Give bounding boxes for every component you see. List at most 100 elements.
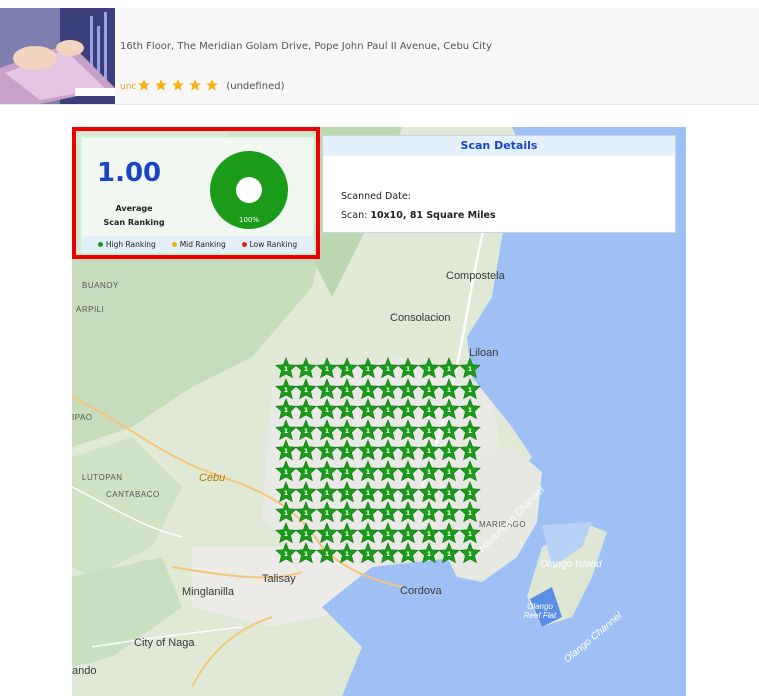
ranking-pin[interactable]: 1 — [397, 521, 420, 544]
ranking-pin[interactable]: 1 — [377, 480, 399, 503]
ranking-pin[interactable]: 1 — [336, 460, 358, 482]
ranking-pin[interactable]: 1 — [316, 521, 338, 544]
ranking-pin[interactable]: 1 — [336, 542, 358, 564]
ranking-pin[interactable]: 1 — [377, 460, 399, 482]
ranking-pin[interactable]: 1 — [316, 357, 338, 379]
ranking-pin[interactable]: 1 — [336, 418, 358, 441]
ranking-pin[interactable]: 1 — [397, 460, 420, 482]
ranking-pin[interactable]: 1 — [316, 501, 338, 523]
ranking-pin[interactable]: 1 — [418, 542, 440, 564]
ranking-pin[interactable]: 1 — [295, 439, 318, 461]
ranking-pin[interactable]: 1 — [418, 480, 440, 503]
ranking-pin[interactable]: 1 — [356, 521, 379, 544]
ranking-pin[interactable]: 1 — [356, 501, 379, 523]
ranking-pin[interactable]: 1 — [316, 377, 338, 400]
ranking-pin[interactable]: 1 — [356, 542, 379, 564]
ranking-pin[interactable]: 1 — [438, 480, 460, 503]
ranking-pin[interactable]: 1 — [458, 521, 481, 544]
ranking-pin[interactable]: 1 — [377, 398, 399, 420]
ranking-pin[interactable]: 1 — [275, 398, 297, 420]
ranking-pin[interactable]: 1 — [356, 418, 379, 441]
ranking-pin[interactable]: 1 — [418, 377, 440, 400]
ranking-pin[interactable]: 1 — [397, 377, 420, 400]
ranking-pin[interactable]: 1 — [295, 377, 318, 400]
ranking-pin[interactable]: 1 — [458, 357, 481, 379]
ranking-pin[interactable]: 1 — [438, 542, 460, 564]
ranking-pin[interactable]: 1 — [438, 398, 460, 420]
ranking-pin[interactable]: 1 — [397, 418, 420, 441]
ranking-pin[interactable]: 1 — [377, 439, 399, 461]
ranking-pin[interactable]: 1 — [458, 480, 481, 503]
ranking-pin[interactable]: 1 — [418, 418, 440, 441]
ranking-pin[interactable]: 1 — [336, 501, 358, 523]
ranking-pin[interactable]: 1 — [438, 377, 460, 400]
ranking-pin[interactable]: 1 — [438, 501, 460, 523]
ranking-pin[interactable]: 1 — [316, 460, 338, 482]
ranking-pin[interactable]: 1 — [397, 398, 420, 420]
ranking-pin[interactable]: 1 — [418, 460, 440, 482]
ranking-pin[interactable]: 1 — [295, 542, 318, 564]
ranking-pin[interactable]: 1 — [336, 377, 358, 400]
ranking-pin[interactable]: 1 — [275, 542, 297, 564]
ranking-pin[interactable]: 1 — [418, 357, 440, 379]
ranking-pin[interactable]: 1 — [438, 521, 460, 544]
ranking-pin[interactable]: 1 — [295, 521, 318, 544]
ranking-pin[interactable]: 1 — [295, 501, 318, 523]
ranking-pin[interactable]: 1 — [295, 460, 318, 482]
ranking-pin[interactable]: 1 — [397, 480, 420, 503]
ranking-pin[interactable]: 1 — [458, 377, 481, 400]
ranking-pin[interactable]: 1 — [418, 501, 440, 523]
ranking-pin[interactable]: 1 — [316, 480, 338, 503]
ranking-pin[interactable]: 1 — [275, 460, 297, 482]
ranking-pin[interactable]: 1 — [397, 542, 420, 564]
ranking-pin[interactable]: 1 — [458, 460, 481, 482]
ranking-pin[interactable]: 1 — [295, 418, 318, 441]
ranking-pin[interactable]: 1 — [438, 460, 460, 482]
ranking-pin[interactable]: 1 — [275, 521, 297, 544]
ranking-pin[interactable]: 1 — [336, 357, 358, 379]
ranking-pin[interactable]: 1 — [295, 398, 318, 420]
ranking-pin[interactable]: 1 — [377, 418, 399, 441]
ranking-pin[interactable]: 1 — [438, 418, 460, 441]
ranking-pin[interactable]: 1 — [418, 439, 440, 461]
ranking-pin[interactable]: 1 — [377, 521, 399, 544]
ranking-pin[interactable]: 1 — [397, 501, 420, 523]
ranking-pin[interactable]: 1 — [356, 439, 379, 461]
ranking-pin[interactable]: 1 — [377, 357, 399, 379]
ranking-pin[interactable]: 1 — [336, 480, 358, 503]
ranking-pin[interactable]: 1 — [377, 501, 399, 523]
ranking-pin[interactable]: 1 — [275, 480, 297, 503]
ranking-pin[interactable]: 1 — [377, 542, 399, 564]
ranking-pin[interactable]: 1 — [356, 460, 379, 482]
ranking-pin[interactable]: 1 — [336, 439, 358, 461]
ranking-pin[interactable]: 1 — [397, 439, 420, 461]
ranking-pin[interactable]: 1 — [275, 377, 297, 400]
ranking-pin[interactable]: 1 — [356, 377, 379, 400]
ranking-pin[interactable]: 1 — [295, 357, 318, 379]
ranking-pin[interactable]: 1 — [377, 377, 399, 400]
ranking-pin[interactable]: 1 — [418, 398, 440, 420]
ranking-pin[interactable]: 1 — [336, 521, 358, 544]
ranking-pin[interactable]: 1 — [275, 357, 297, 379]
ranking-pin[interactable]: 1 — [356, 480, 379, 503]
ranking-pin[interactable]: 1 — [397, 357, 420, 379]
ranking-pin[interactable]: 1 — [316, 439, 338, 461]
ranking-pin[interactable]: 1 — [316, 398, 338, 420]
ranking-pin[interactable]: 1 — [458, 418, 481, 441]
ranking-pin[interactable]: 1 — [356, 398, 379, 420]
ranking-pin[interactable]: 1 — [295, 480, 318, 503]
ranking-pin[interactable]: 1 — [275, 501, 297, 523]
ranking-pin[interactable]: 1 — [458, 398, 481, 420]
ranking-pin[interactable]: 1 — [356, 357, 379, 379]
ranking-pin[interactable]: 1 — [418, 521, 440, 544]
ranking-pin[interactable]: 1 — [275, 418, 297, 441]
ranking-pin[interactable]: 1 — [316, 418, 338, 441]
ranking-pin[interactable]: 1 — [458, 439, 481, 461]
ranking-pin[interactable]: 1 — [316, 542, 338, 564]
ranking-pin[interactable]: 1 — [275, 439, 297, 461]
ranking-pin[interactable]: 1 — [336, 398, 358, 420]
ranking-pin[interactable]: 1 — [438, 357, 460, 379]
ranking-pin[interactable]: 1 — [458, 542, 481, 564]
ranking-pin[interactable]: 1 — [438, 439, 460, 461]
ranking-pin[interactable]: 1 — [458, 501, 481, 523]
